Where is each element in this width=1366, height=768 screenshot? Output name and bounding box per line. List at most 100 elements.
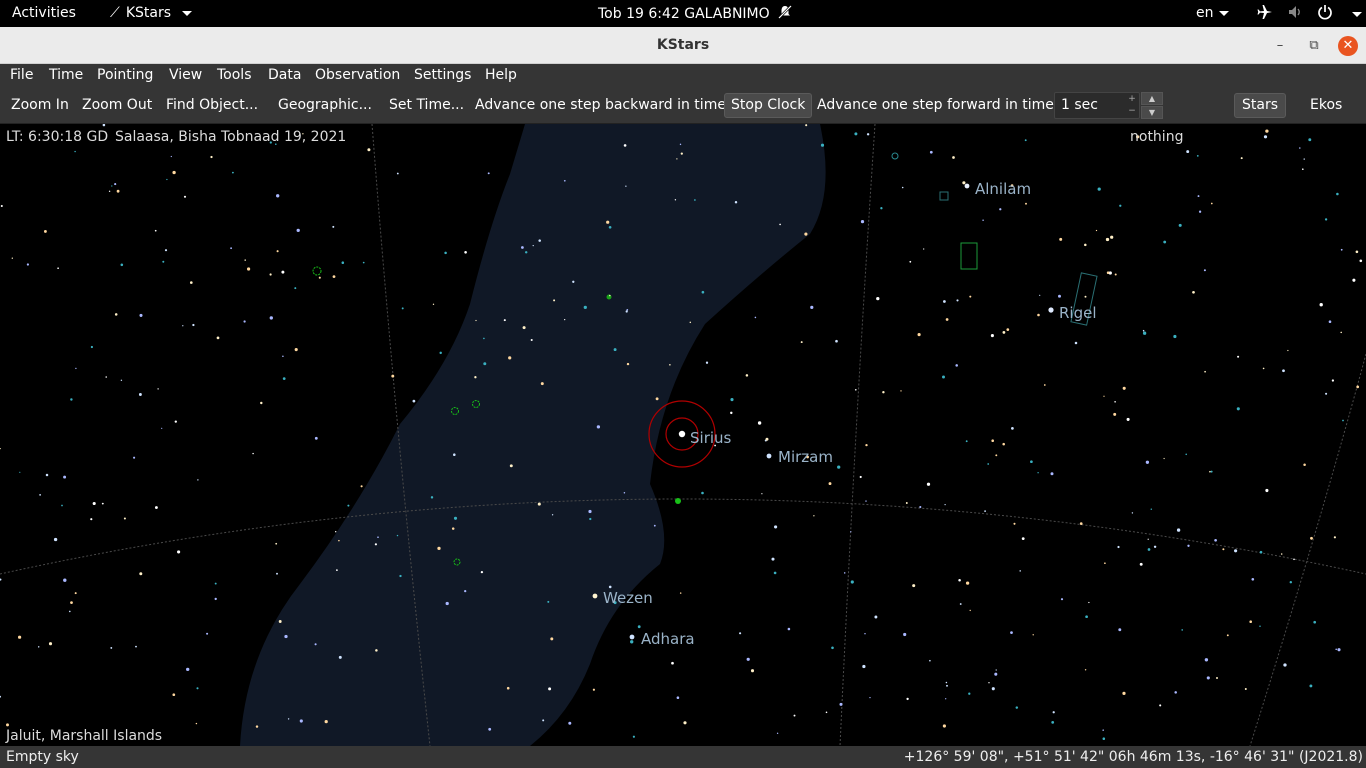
background-star [1122,691,1126,696]
decrement-icon[interactable]: − [1127,105,1137,117]
star-label-sirius[interactable]: Sirius [690,429,731,447]
background-star [108,190,111,192]
system-tray[interactable] [1257,4,1362,24]
background-star [655,397,659,401]
background-star [1074,341,1078,345]
background-star [123,517,126,520]
background-star [1289,580,1293,584]
background-star [1021,537,1025,540]
star-label-wezen[interactable]: Wezen [603,589,653,607]
chevron-down-icon[interactable]: ▼ [1141,106,1163,119]
time-step-stepper[interactable]: + − [1127,93,1137,117]
chevron-down-icon [1352,11,1362,17]
find-object-button[interactable]: Find Object... [166,97,258,113]
background-star [568,721,572,725]
background-star [968,692,971,695]
ekos-button[interactable]: Ekos [1310,97,1342,113]
chevron-up-icon[interactable]: ▲ [1141,92,1163,105]
background-star [503,319,506,322]
activities-button[interactable]: Activities [12,5,76,21]
zoom-in-button[interactable]: Zoom In [11,97,69,113]
background-star [835,339,838,343]
background-star [347,504,350,507]
star-label-mirzam[interactable]: Mirzam [778,448,833,466]
chevron-down-icon [1218,10,1229,16]
sky-map-canvas[interactable] [0,124,1366,746]
background-star [623,492,626,494]
sky-map[interactable]: LT: 6:30:18 GD Salaasa, Bisha Tobnaad 19… [0,124,1366,746]
app-menu[interactable]: ⟋ KStars [110,5,192,21]
menu-help[interactable]: Help [485,67,517,83]
stop-clock-button[interactable]: Stop Clock [724,93,813,118]
date-time-menu[interactable]: Tob 19 6:42 GALABNIMO [598,5,792,23]
background-star [804,232,808,236]
menu-view[interactable]: View [169,67,202,83]
background-star [278,620,282,623]
menu-settings[interactable]: Settings [414,67,471,83]
stars-toggle-button[interactable]: Stars [1234,93,1287,118]
background-star [854,132,858,136]
background-star [1015,706,1019,709]
background-star [730,411,733,415]
background-star [588,509,592,514]
background-star [1204,370,1206,373]
background-star [1025,202,1027,205]
time-unit-stepper[interactable]: ▲ ▼ [1141,92,1163,120]
increment-icon[interactable]: + [1127,93,1137,105]
kstars-app-icon: ⟋ [110,5,120,21]
menu-file[interactable]: File [10,67,33,83]
background-star [982,219,984,221]
background-star [244,259,246,261]
star-label-adhara[interactable]: Adhara [641,630,695,648]
background-star [530,338,533,342]
cluster-marker [891,152,899,160]
background-star [1282,369,1285,373]
background-star [154,506,158,510]
background-star [1084,243,1087,247]
window-title-bar[interactable]: KStars – ⧉ ✕ [0,27,1366,64]
background-star [1263,135,1268,139]
background-star [1139,562,1143,566]
step-backward-button[interactable]: Advance one step backward in time [475,97,726,113]
star-label-alnilam[interactable]: Alnilam [975,180,1031,198]
menu-observation[interactable]: Observation [315,67,400,83]
background-star [1226,634,1229,637]
background-star [26,263,30,266]
background-star [92,501,96,506]
background-star [1251,577,1255,581]
cluster-marker [939,191,949,201]
background-star [1173,334,1177,339]
background-star [1110,235,1114,239]
background-star [1340,248,1343,251]
background-star [281,270,285,274]
background-star [1122,386,1126,390]
background-star [793,714,796,717]
menu-data[interactable]: Data [268,67,301,83]
menu-pointing[interactable]: Pointing [97,67,153,83]
menu-tools[interactable]: Tools [217,67,252,83]
set-time-button[interactable]: Set Time... [389,97,464,113]
input-language-menu[interactable]: en [1196,5,1229,21]
background-star [637,625,641,629]
background-star [135,645,137,648]
background-star [750,669,755,673]
zoom-out-button[interactable]: Zoom Out [82,97,152,113]
background-star [396,534,399,537]
geographic-button[interactable]: Geographic... [278,97,372,113]
background-star [1244,687,1247,691]
background-star [0,578,2,581]
star-label-rigel[interactable]: Rigel [1059,304,1097,322]
maximize-button[interactable]: ⧉ [1304,36,1324,56]
horizon-grid-line [0,498,1366,575]
background-star [45,473,49,477]
background-star [1283,663,1287,667]
background-star [734,201,738,204]
background-star [831,646,834,650]
menu-time[interactable]: Time [49,67,83,83]
minimize-button[interactable]: – [1270,36,1290,56]
step-forward-button[interactable]: Advance one step forward in time [817,97,1054,113]
background-star [1105,237,1110,242]
close-button[interactable]: ✕ [1338,36,1358,56]
background-star [955,364,958,367]
star-adhara [629,634,635,640]
